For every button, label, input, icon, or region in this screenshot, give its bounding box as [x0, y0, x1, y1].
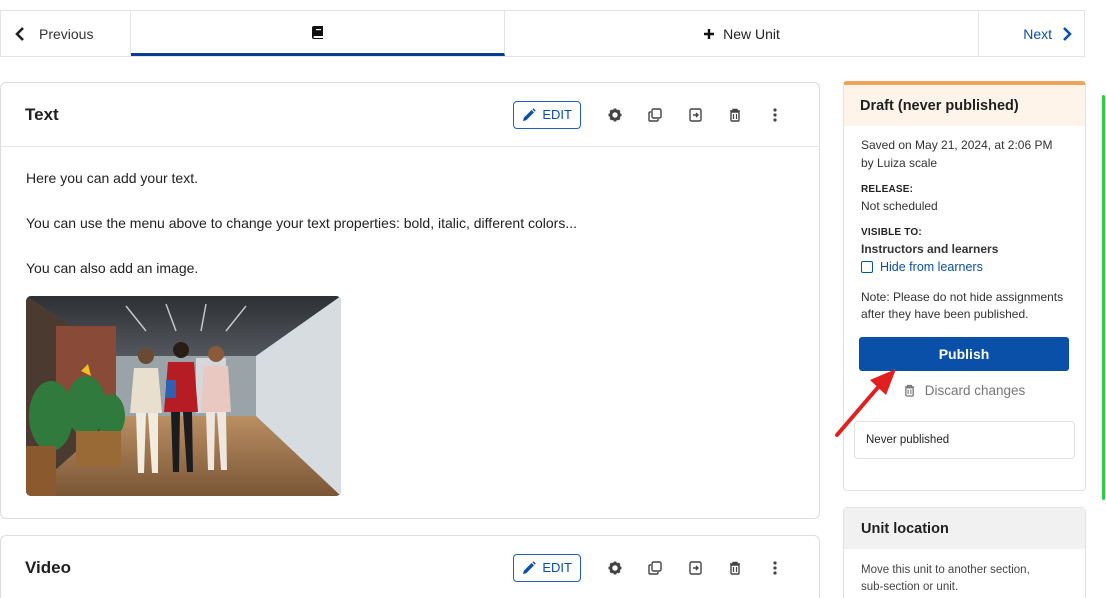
hide-from-learners-toggle[interactable]: Hide from learners — [861, 260, 1068, 274]
annotation-arrow-icon — [835, 369, 896, 437]
chevron-right-icon — [1063, 26, 1072, 41]
trash-icon — [730, 561, 740, 575]
settings-button[interactable] — [595, 101, 635, 129]
chevron-left-icon — [15, 26, 24, 41]
status-title: Draft (never published) — [844, 85, 1085, 126]
duplicate-icon — [648, 107, 662, 122]
video-block-title: Video — [25, 557, 71, 577]
previous-label: Previous — [39, 25, 94, 42]
text-block-actions: EDIT — [513, 100, 795, 129]
gear-icon — [608, 561, 622, 574]
unit-navigation: Previous New Unit Next — [0, 10, 1085, 57]
hide-from-learners-checkbox[interactable] — [861, 261, 873, 273]
text-block-title: Text — [25, 104, 59, 124]
office-photo — [26, 296, 341, 496]
text-block-header: Text EDIT — [1, 83, 819, 147]
delete-button[interactable] — [715, 554, 755, 582]
previous-button[interactable]: Previous — [1, 11, 131, 56]
video-block-header: Video EDIT — [1, 536, 819, 598]
new-unit-label: New Unit — [723, 25, 780, 42]
edit-button[interactable]: EDIT — [513, 553, 581, 582]
move-button[interactable] — [675, 101, 715, 129]
settings-button[interactable] — [595, 554, 635, 582]
release-label: RELEASE: — [861, 184, 914, 195]
paragraph: You can also add an image. — [26, 260, 199, 276]
more-options-button[interactable] — [755, 101, 795, 129]
visibility-note: Note: Please do not hide assignments aft… — [861, 289, 1068, 323]
move-icon — [688, 107, 702, 122]
video-block: Video EDIT — [0, 535, 820, 598]
paragraph: You can use the menu above to change you… — [26, 215, 578, 231]
text-block: Text EDIT Here you can add your text. Yo… — [0, 82, 820, 519]
plus-icon — [704, 28, 715, 39]
book-icon — [311, 26, 323, 39]
edit-label: EDIT — [542, 560, 572, 575]
description-line: sub-section or unit. — [861, 581, 959, 593]
discard-label: Discard changes — [924, 383, 1026, 398]
saved-info: Saved on May 21, 2024, at 2:06 PM by Lui… — [861, 136, 1068, 172]
delete-button[interactable] — [715, 101, 755, 129]
pencil-icon — [523, 560, 537, 574]
release-value: Not scheduled — [861, 199, 938, 213]
text-block-content: Here you can add your text. You can use … — [1, 147, 819, 518]
duplicate-icon — [648, 560, 662, 575]
visible-to-label: VISIBLE TO: — [861, 227, 922, 238]
trash-icon — [904, 384, 914, 397]
note-line: Note: Please do not hide assignments — [861, 290, 1064, 304]
hide-from-learners-label: Hide from learners — [880, 260, 983, 274]
edit-button[interactable]: EDIT — [513, 100, 581, 129]
saved-author: by Luiza scale — [861, 156, 938, 170]
move-button[interactable] — [675, 554, 715, 582]
paragraph: Here you can add your text. — [26, 170, 198, 186]
unit-location-title: Unit location — [844, 508, 1085, 549]
video-block-actions: EDIT — [513, 553, 795, 582]
saved-date: Saved on May 21, 2024, at 2:06 PM — [861, 138, 1053, 152]
description-line: Move this unit to another section, — [861, 564, 1030, 576]
more-vertical-icon — [773, 560, 777, 575]
note-line: after they have been published. — [861, 307, 1029, 321]
edit-label: EDIT — [542, 107, 572, 122]
next-button[interactable]: Next — [979, 11, 1084, 56]
scrollbar[interactable] — [1102, 95, 1105, 500]
unit-location-description: Move this unit to another section, sub-s… — [844, 549, 1085, 598]
gear-icon — [608, 108, 622, 121]
trash-icon — [730, 108, 740, 122]
duplicate-button[interactable] — [635, 554, 675, 582]
new-unit-button[interactable]: New Unit — [505, 11, 979, 56]
more-vertical-icon — [773, 107, 777, 122]
pencil-icon — [523, 107, 537, 121]
unit-location-panel: Unit location Move this unit to another … — [843, 507, 1086, 598]
duplicate-button[interactable] — [635, 101, 675, 129]
more-options-button[interactable] — [755, 554, 795, 582]
visible-to-value: Instructors and learners — [861, 242, 999, 256]
unit-tab-current[interactable] — [131, 11, 505, 56]
next-label: Next — [1023, 25, 1052, 42]
move-icon — [688, 560, 702, 575]
